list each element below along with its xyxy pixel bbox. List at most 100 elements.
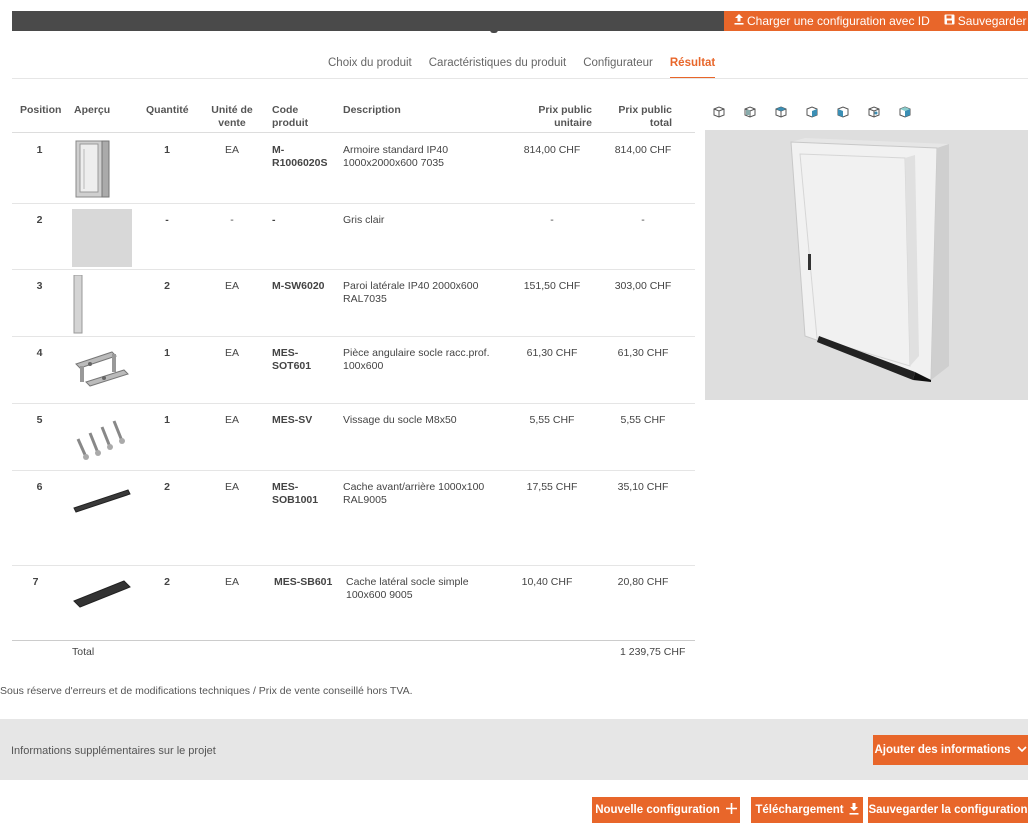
row-quantity: 2: [164, 481, 170, 493]
row-total-price: 20,80 CHF: [617, 576, 669, 588]
header-quantity: Quantité: [146, 104, 189, 116]
table-row: 3 2 EA M-SW6020 Paroi latérale IP40 2000…: [12, 269, 695, 337]
row-total-price: 61,30 CHF: [617, 347, 669, 359]
row-quantity: 2: [164, 576, 170, 588]
row-description: Cache avant/arrière 1000x100 RAL9005: [343, 481, 485, 506]
header-preview: Aperçu: [74, 104, 111, 116]
row-quantity: 1: [164, 144, 170, 156]
download-button[interactable]: Téléchargement: [751, 797, 863, 823]
header-unit-price: Prix public unitaire: [538, 104, 592, 129]
row-unit: EA: [224, 280, 239, 292]
row-unit-price: 151,50 CHF: [523, 280, 581, 292]
row-description: Armoire standard IP40 1000x2000x600 7035: [343, 144, 449, 169]
row-quantity: 1: [164, 414, 170, 426]
side-panel-icon: [72, 274, 132, 334]
tab-configurator[interactable]: Configurateur: [583, 57, 653, 79]
row-position: 6: [36, 481, 43, 493]
cabinet-3d-render: [790, 138, 949, 382]
save-config-button[interactable]: Sauvegarder la configuration: [868, 797, 1028, 823]
table-row: 4 1 EA MES- SOT601 Pièce angulaire socle …: [12, 336, 695, 404]
step-tabs: Choix du produit Caractéristiques du pro…: [328, 57, 716, 79]
row-unit-price: -: [550, 214, 554, 226]
table-header: Position Aperçu Quantité Unité de vente C…: [12, 98, 695, 133]
cube-view-back-icon[interactable]: [743, 105, 757, 119]
download-label: Téléchargement: [755, 804, 844, 816]
cube-view-front-icon[interactable]: [712, 105, 726, 119]
tab-product-features[interactable]: Caractéristiques du produit: [429, 57, 566, 79]
plus-icon: [725, 803, 737, 817]
cube-view-left-icon[interactable]: [774, 105, 788, 119]
row-quantity: -: [165, 214, 169, 226]
table-row: 2 - - - Gris clair - -: [12, 203, 695, 270]
row-position: 5: [36, 414, 43, 426]
row-quantity: 2: [164, 280, 170, 292]
row-code: MES-SB601: [274, 576, 333, 588]
header-position: Position: [20, 104, 62, 116]
tab-result[interactable]: Résultat: [669, 57, 716, 79]
chevron-down-icon: [1016, 744, 1027, 756]
row-unit: EA: [224, 481, 239, 493]
total-label: Total: [72, 646, 95, 658]
save-button[interactable]: Sauvegarder: [930, 14, 1027, 28]
tabs-divider: [12, 78, 1028, 79]
new-config-button[interactable]: Nouvelle configuration: [592, 797, 740, 823]
disclaimer-text: Sous réserve d'erreurs et de modificatio…: [0, 685, 413, 697]
row-description: Paroi latérale IP40 2000x600 RAL7035: [343, 280, 479, 305]
color-swatch-icon: [72, 209, 132, 267]
total-value: 1 239,75 CHF: [620, 646, 686, 658]
save-config-label: Sauvegarder la configuration: [868, 804, 1028, 816]
row-unit-price: 10,40 CHF: [521, 576, 573, 588]
top-actions: Charger une configuration avec ID Sauveg…: [724, 11, 1028, 31]
cube-view-top-icon[interactable]: [836, 105, 850, 119]
load-config-label: Charger une configuration avec ID: [747, 14, 930, 28]
row-unit: EA: [224, 414, 239, 426]
download-icon: [849, 802, 859, 818]
row-total-price: 35,10 CHF: [617, 481, 669, 493]
row-description: Cache latéral socle simple 100x600 9005: [346, 576, 469, 601]
side-cover-icon: [72, 571, 132, 629]
table-row: 5 1 EA MES-SV Vissage du socle M8x50 5,5…: [12, 403, 695, 471]
row-position: 1: [36, 144, 43, 156]
result-table: Position Aperçu Quantité Unité de vente C…: [12, 98, 695, 638]
new-config-label: Nouvelle configuration: [595, 804, 720, 816]
row-unit: EA: [224, 576, 239, 588]
row-unit-price: 61,30 CHF: [526, 347, 578, 359]
cube-view-iso-icon[interactable]: [898, 105, 912, 119]
row-position: 7: [32, 576, 39, 588]
row-total-price: 5,55 CHF: [620, 414, 666, 426]
header-total-price: Prix public total: [618, 104, 672, 129]
row-code: M-SW6020: [272, 280, 325, 292]
header-unit: Unité de vente: [211, 104, 253, 129]
row-position: 2: [36, 214, 43, 226]
table-row: 7 2 EA MES-SB601 Cache latéral socle sim…: [12, 565, 695, 638]
3d-viewer[interactable]: [705, 130, 1028, 400]
row-unit: EA: [224, 144, 239, 156]
total-row: Total 1 239,75 CHF: [12, 640, 695, 659]
project-info-label: Informations supplémentaires sur le proj…: [11, 745, 216, 757]
tab-product-choice[interactable]: Choix du produit: [328, 57, 412, 79]
row-unit-price: 5,55 CHF: [529, 414, 575, 426]
add-info-label: Ajouter des informations: [874, 744, 1011, 756]
row-quantity: 1: [164, 347, 170, 359]
row-unit: -: [230, 214, 234, 226]
row-description: Gris clair: [343, 214, 385, 226]
row-position: 4: [36, 347, 43, 359]
row-position: 3: [36, 280, 43, 292]
cabinet-icon: [72, 139, 132, 198]
header-code: Code produit: [272, 104, 309, 129]
cube-view-bottom-icon[interactable]: [867, 105, 881, 119]
base-cover-icon: [72, 476, 132, 534]
row-code: MES- SOB1001: [272, 481, 319, 506]
row-description: Pièce angulaire socle racc.prof. 100x600: [343, 347, 490, 372]
row-code: MES-SV: [272, 414, 313, 426]
row-total-price: -: [641, 214, 645, 226]
corner-piece-icon: [72, 342, 132, 400]
row-unit: EA: [224, 347, 239, 359]
load-config-button[interactable]: Charger une configuration avec ID: [724, 14, 930, 28]
add-info-button[interactable]: Ajouter des informations: [873, 735, 1028, 765]
row-code: M- R1006020S: [272, 144, 328, 169]
screws-icon: [72, 409, 132, 467]
cube-view-right-icon[interactable]: [805, 105, 819, 119]
view-angle-toolbar: [712, 105, 929, 119]
table-row: 6 2 EA MES- SOB1001 Cache avant/arrière 1…: [12, 470, 695, 566]
